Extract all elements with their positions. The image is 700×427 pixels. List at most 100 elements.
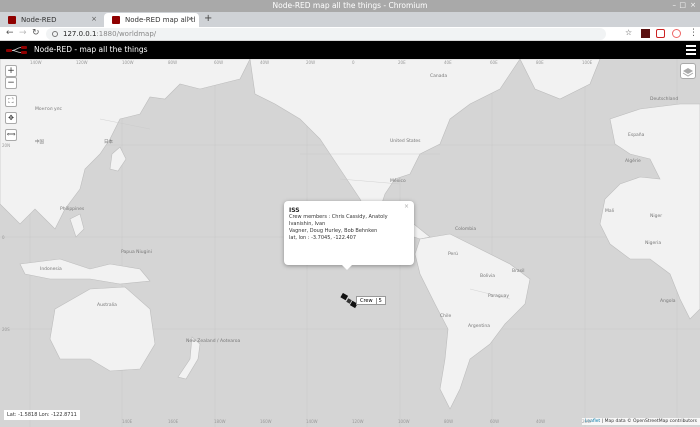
graticule-label-top: 140W <box>30 60 42 65</box>
label-chile: Chile <box>440 314 452 319</box>
browser-toolbar: ← → ↻ 127.0.0.1:1880/worldmap/ ☆ ⋮ <box>0 27 700 41</box>
crew-label-text: Crew <box>360 297 373 304</box>
bookmark-star-icon[interactable]: ☆ <box>625 28 632 37</box>
graticule-label-bottom: 160E <box>168 419 179 424</box>
layers-icon[interactable] <box>680 63 696 79</box>
forward-icon[interactable]: → <box>19 28 27 38</box>
graticule-label-left: 20S <box>2 327 10 332</box>
label-japan: 日本 <box>104 140 113 145</box>
popup-crew-line-2: Vagner, Doug Hurley, Bob Behnken <box>289 228 378 234</box>
label-bolivia: Bolivia <box>480 274 496 279</box>
graticule-label-bottom: 80W <box>444 419 454 424</box>
tab-node-red[interactable]: Node-RED × <box>0 13 103 27</box>
cursor-coordinates: Lat: -1.5818 Lon: -122.8711 <box>4 410 80 420</box>
tab-close-icon[interactable]: × <box>91 15 97 23</box>
crew-label: Crew 5 <box>356 296 386 305</box>
label-mali: Mali <box>605 209 615 214</box>
graticule-label-bottom: 180W <box>214 419 226 424</box>
window-title-bar: Node-RED map all the things - Chromium –… <box>0 0 700 12</box>
tab-worldmap[interactable]: Node-RED map all the th × <box>104 13 199 27</box>
label-niger: Niger <box>650 214 663 219</box>
graticule-label-bottom: 20W <box>582 419 592 424</box>
label-mexico: México <box>390 179 406 184</box>
label-algerie: Algérie <box>625 159 641 164</box>
label-china: 中国 <box>35 140 44 145</box>
label-colombia: Colombia <box>455 227 477 232</box>
graticule-label-top: 60E <box>490 60 498 65</box>
graticule-label-top: 100W <box>122 60 134 65</box>
iss-popup: ISS Crew members : Chris Cassidy, Anatol… <box>284 201 414 270</box>
popup-crew-line: Crew members : Chris Cassidy, Anatoly Iv… <box>289 214 388 227</box>
address-bar[interactable]: 127.0.0.1:1880/worldmap/ <box>46 28 606 40</box>
label-philippines: Philippines <box>60 207 85 212</box>
url-host: 127.0.0.1 <box>63 30 97 38</box>
label-indonesia: Indonesia <box>40 267 62 272</box>
locate-button[interactable]: ✥ <box>5 112 17 124</box>
label-united-states: United States <box>390 139 421 144</box>
label-nigeria: Nigeria <box>645 241 662 246</box>
label-mongolia: Монгол улс <box>35 107 63 112</box>
graticule-label-top: 60W <box>214 60 224 65</box>
graticule-label-top: 40E <box>444 60 452 65</box>
zoom-out-button[interactable]: − <box>5 77 17 89</box>
attribution-text: | Map data © OpenStreetMap contributors <box>600 419 697 424</box>
label-papua-niugini: Papua Niugini <box>121 250 152 255</box>
label-deutschland: Deutschland <box>650 97 679 102</box>
label-paraguay: Paraguay <box>488 294 510 299</box>
extension-icon[interactable] <box>641 29 650 38</box>
popup-latlon: lat, lon : -3.7045, -122.407 <box>289 235 357 241</box>
graticule-label-top: 120W <box>76 60 88 65</box>
graticule-label-bottom: 120W <box>352 419 364 424</box>
graticule-label-bottom: 60W <box>490 419 500 424</box>
tab-label: Node-RED map all the th <box>125 16 195 24</box>
label-new-zealand: New Zealand / Aotearoa <box>186 339 241 344</box>
profile-icon[interactable] <box>672 29 681 38</box>
label-espana: España <box>628 133 645 138</box>
fullscreen-button[interactable]: ⛶ <box>5 95 17 107</box>
graticule-label-top: 100E <box>582 60 593 65</box>
graticule-label-top: 40W <box>260 60 270 65</box>
world-map[interactable]: United States México Colombia Perú Boliv… <box>0 59 700 427</box>
node-red-favicon-icon <box>112 16 120 24</box>
hamburger-menu-icon[interactable] <box>686 45 696 55</box>
label-angola: Angola <box>660 299 676 304</box>
app-title: Node-RED - map all the things <box>34 45 148 54</box>
app-header: Node-RED - map all the things <box>0 41 700 59</box>
label-argentina: Argentina <box>468 324 490 329</box>
window-title: Node-RED map all the things - Chromium <box>272 1 428 10</box>
node-red-favicon-icon <box>8 16 16 24</box>
graticule-label-bottom: 140E <box>122 419 133 424</box>
graticule-label-top: 20W <box>306 60 316 65</box>
label-canada: Canada <box>430 74 448 79</box>
label-brasil: Brasil <box>512 269 525 274</box>
maximize-icon[interactable]: □ <box>679 1 686 9</box>
back-icon[interactable]: ← <box>6 28 14 38</box>
map-attribution: Leaflet | Map data © OpenStreetMap contr… <box>581 418 700 425</box>
site-info-icon[interactable] <box>52 31 58 37</box>
new-tab-icon[interactable]: + <box>204 13 212 24</box>
graticule-label-bottom: 160W <box>260 419 272 424</box>
tab-label: Node-RED <box>21 16 57 24</box>
ruler-button[interactable]: ⟺ <box>5 129 17 141</box>
label-australia: Australia <box>97 303 117 308</box>
graticule-label-top: 0 <box>352 60 355 65</box>
minimize-icon[interactable]: – <box>673 1 677 9</box>
popup-close-icon[interactable]: × <box>404 203 409 210</box>
shield-icon[interactable] <box>656 29 665 38</box>
close-window-icon[interactable]: × <box>690 1 696 9</box>
crew-count: 5 <box>375 297 382 304</box>
zoom-in-button[interactable]: + <box>5 65 17 77</box>
graticule-label-top: 20E <box>398 60 406 65</box>
url-path: :1880/worldmap/ <box>96 30 157 38</box>
graticule-label-bottom: 140W <box>306 419 318 424</box>
node-red-logo-icon <box>6 46 27 54</box>
graticule-label-top: 80E <box>536 60 544 65</box>
popup-title: ISS <box>289 207 300 214</box>
popup-tip <box>342 265 352 270</box>
label-peru: Perú <box>448 252 459 257</box>
tab-close-icon[interactable]: × <box>187 15 193 23</box>
graticule-label-bottom: 100W <box>398 419 410 424</box>
reload-icon[interactable]: ↻ <box>32 28 40 38</box>
graticule-label-left: 0 <box>2 235 5 240</box>
menu-kebab-icon[interactable]: ⋮ <box>689 28 698 38</box>
